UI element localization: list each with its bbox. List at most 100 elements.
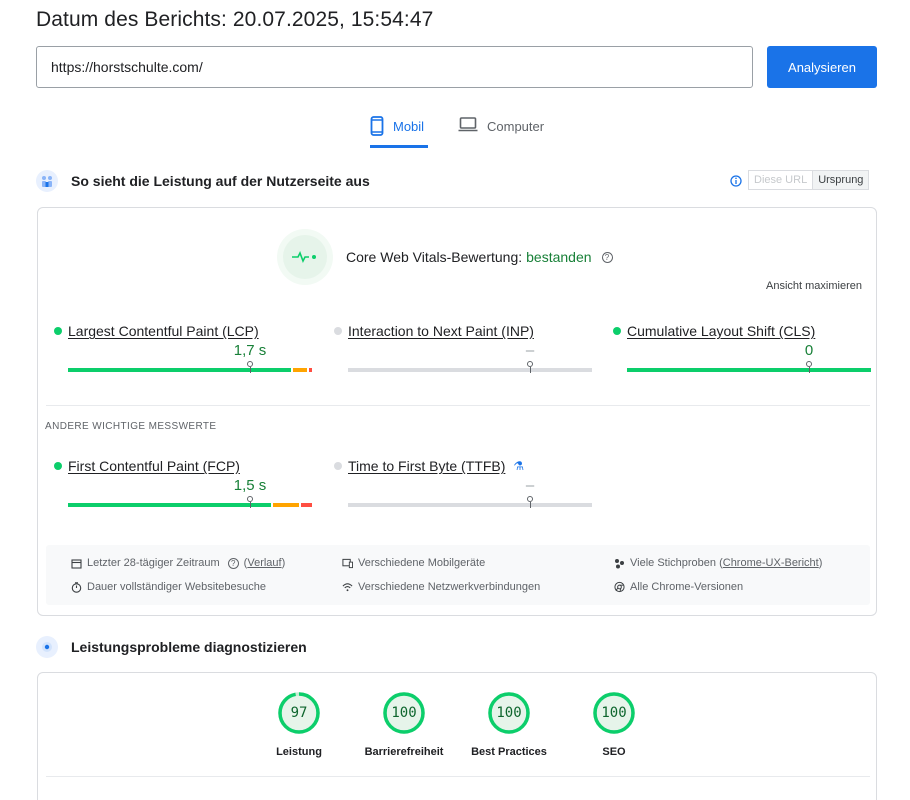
distribution-bar — [627, 368, 871, 372]
diagnose-card: 97 Leistung 100 Barrierefreiheit 100 Bes… — [37, 672, 877, 800]
metric-ttfb: Time to First Byte (TTFB) ⚗ – — [334, 458, 592, 508]
metric-inp: Interaction to Next Paint (INP) – — [334, 323, 592, 373]
meta-networks-text: Verschiedene Netzwerkverbindungen — [358, 581, 541, 593]
status-dot — [613, 327, 621, 335]
wifi-icon — [342, 582, 353, 593]
data-source-info: Letzter 28-tägiger Zeitraum ? (Verlauf) … — [46, 545, 870, 605]
metric-ttfb-name[interactable]: Time to First Byte (TTFB) — [348, 458, 505, 474]
expand-view-link[interactable]: Ansicht maximieren — [766, 280, 862, 292]
help-icon[interactable]: ? — [601, 251, 613, 263]
tab-mobile[interactable]: Mobil — [370, 112, 428, 148]
crux-report-link[interactable]: Chrome-UX-Bericht — [723, 557, 819, 569]
meta-samples: Viele Stichproben (Chrome-UX-Bericht) — [614, 557, 822, 569]
url-origin-toggle: Diese URL Ursprung — [748, 170, 870, 190]
distribution-bar — [348, 503, 592, 507]
other-metrics-label: ANDERE WICHTIGE MESSWERTE — [45, 421, 217, 432]
metric-lcp-value: 1,7 s — [233, 342, 267, 359]
toggle-this-url[interactable]: Diese URL — [748, 170, 813, 190]
meta-full-visits-text: Dauer vollständiger Websitebesuche — [87, 581, 266, 593]
score-value: 97 — [290, 705, 308, 721]
section-divider — [46, 405, 870, 406]
meta-full-visits: Dauer vollständiger Websitebesuche — [71, 581, 266, 593]
metric-cls-value: 0 — [804, 342, 814, 359]
score-gauge-performance[interactable]: 97 Leistung — [254, 691, 344, 758]
status-dot — [334, 462, 342, 470]
meta-period-text: Letzter 28-tägiger Zeitraum — [87, 557, 220, 569]
calendar-icon — [71, 558, 82, 569]
score-value: 100 — [391, 705, 417, 721]
score-ring: 100 — [592, 691, 636, 735]
distribution-bar — [68, 503, 312, 507]
device-tabs: Mobil Computer — [0, 112, 910, 148]
score-label: SEO — [602, 746, 626, 758]
flask-icon: ⚗ — [513, 459, 525, 473]
score-label: Leistung — [276, 746, 322, 758]
smartphone-icon — [370, 116, 384, 136]
lab-icon — [36, 636, 58, 658]
toggle-origin[interactable]: Ursprung — [812, 170, 870, 190]
score-label: Barrierefreiheit — [364, 746, 444, 758]
status-dot — [54, 327, 62, 335]
status-dot — [54, 462, 62, 470]
pulse-icon — [283, 235, 327, 279]
score-gauge-best-practices[interactable]: 100 Best Practices — [464, 691, 554, 758]
percentile-marker — [806, 361, 812, 373]
users-icon — [36, 170, 58, 192]
metric-fcp-value: 1,5 s — [233, 477, 267, 494]
laptop-icon — [458, 116, 478, 132]
score-label: Best Practices — [471, 746, 547, 758]
score-gauge-accessibility[interactable]: 100 Barrierefreiheit — [359, 691, 449, 758]
field-section-title: So sieht die Leistung auf der Nutzerseit… — [71, 173, 370, 189]
tab-mobile-label: Mobil — [393, 119, 425, 134]
score-ring: 100 — [382, 691, 426, 735]
metric-cls: Cumulative Layout Shift (CLS) 0 — [613, 323, 871, 373]
cwv-status: bestanden — [526, 249, 592, 265]
diagnose-section-header: Leistungsprobleme diagnostizieren — [36, 636, 307, 658]
tab-desktop[interactable]: Computer — [458, 112, 544, 148]
cwv-label: Core Web Vitals-Bewertung: — [346, 249, 523, 265]
metric-fcp: First Contentful Paint (FCP) 1,5 s — [54, 458, 312, 508]
metric-inp-name[interactable]: Interaction to Next Paint (INP) — [348, 323, 534, 339]
cwv-assessment: Core Web Vitals-Bewertung: bestanden ? — [346, 249, 613, 265]
diagnose-section-title: Leistungsprobleme diagnostizieren — [71, 639, 307, 655]
meta-networks: Verschiedene Netzwerkverbindungen — [342, 581, 540, 593]
chrome-icon — [614, 581, 625, 593]
help-icon[interactable]: ? — [227, 557, 239, 569]
meta-devices: Verschiedene Mobilgeräte — [342, 557, 485, 569]
distribution-bar — [348, 368, 592, 372]
percentile-marker — [527, 496, 533, 508]
metric-lcp: Largest Contentful Paint (LCP) 1,7 s — [54, 323, 312, 373]
tab-desktop-label: Computer — [487, 119, 545, 134]
distribution-bar — [68, 368, 312, 372]
meta-samples-suffix: ) — [818, 557, 823, 569]
report-date: Datum des Berichts: 20.07.2025, 15:54:47 — [36, 8, 434, 31]
metric-inp-value: – — [525, 342, 535, 359]
analyze-button[interactable]: Analysieren — [767, 46, 877, 88]
score-gauge-seo[interactable]: 100 SEO — [569, 691, 659, 758]
metric-cls-name[interactable]: Cumulative Layout Shift (CLS) — [627, 323, 815, 339]
meta-period: Letzter 28-tägiger Zeitraum ? (Verlauf) — [71, 557, 285, 569]
meta-versions-text: Alle Chrome-Versionen — [630, 581, 744, 593]
score-value: 100 — [601, 705, 627, 721]
score-value: 100 — [496, 705, 522, 721]
percentile-marker — [247, 361, 253, 373]
devices-icon — [342, 558, 353, 569]
percentile-marker — [247, 496, 253, 508]
metric-lcp-name[interactable]: Largest Contentful Paint (LCP) — [68, 323, 259, 339]
field-section-header: So sieht die Leistung auf der Nutzerseit… — [36, 170, 370, 192]
stopwatch-icon — [71, 581, 82, 593]
percentile-marker — [527, 361, 533, 373]
meta-versions: Alle Chrome-Versionen — [614, 581, 743, 593]
section-divider — [46, 776, 870, 777]
meta-samples-text: Viele Stichproben ( — [630, 557, 723, 569]
info-icon[interactable] — [730, 174, 742, 192]
metric-ttfb-value: – — [525, 477, 535, 494]
samples-icon — [614, 558, 625, 569]
score-ring: 100 — [487, 691, 531, 735]
url-input[interactable] — [36, 46, 753, 88]
meta-devices-text: Verschiedene Mobilgeräte — [358, 557, 486, 569]
history-link[interactable]: Verlauf — [247, 557, 281, 569]
status-dot — [334, 327, 342, 335]
metric-fcp-name[interactable]: First Contentful Paint (FCP) — [68, 458, 240, 474]
cwv-card: Core Web Vitals-Bewertung: bestanden ? A… — [37, 207, 877, 616]
